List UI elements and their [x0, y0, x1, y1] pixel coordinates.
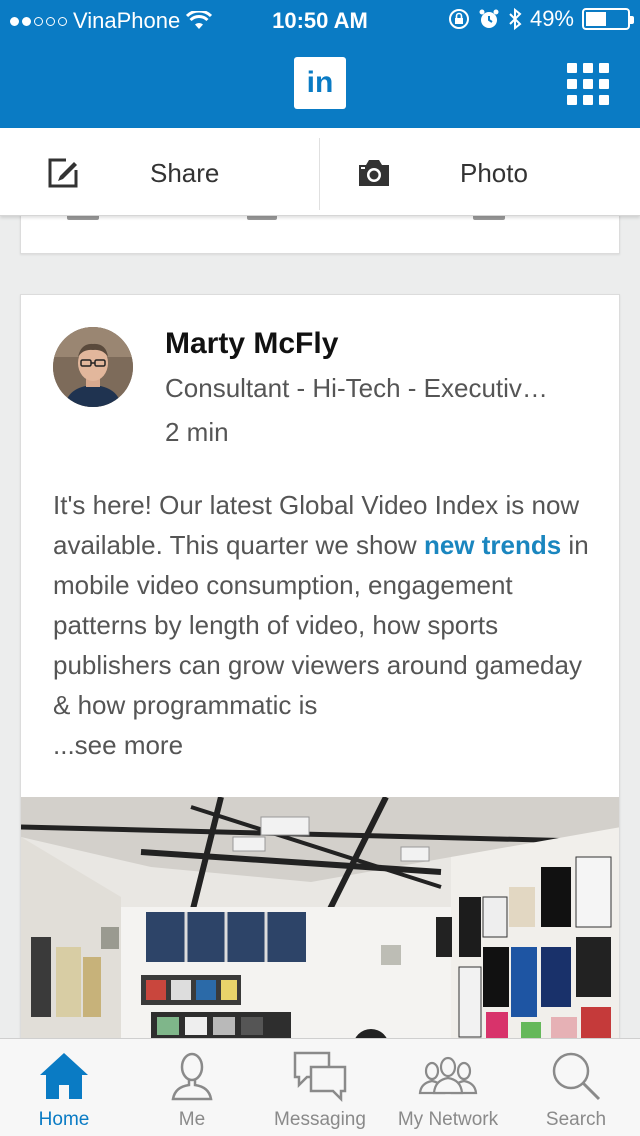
status-bar: VinaPhone 10:50 AM 49%	[0, 0, 640, 40]
bluetooth-icon	[509, 7, 522, 31]
bottom-tab-bar: Home Me Messaging My Network Search	[0, 1038, 640, 1136]
tab-home-label: Home	[38, 1109, 90, 1130]
compose-icon	[48, 158, 78, 188]
author-avatar[interactable]	[53, 327, 133, 407]
photo-label: Photo	[460, 158, 528, 188]
app-header: VinaPhone 10:50 AM 49% in	[0, 0, 640, 128]
tab-messaging-label: Messaging	[274, 1109, 366, 1130]
person-icon	[171, 1052, 213, 1101]
network-icon	[418, 1056, 478, 1095]
tab-search-label: Search	[545, 1109, 607, 1130]
post-card: Marty McFly Consultant - Hi-Tech - Execu…	[20, 294, 620, 1054]
battery-icon	[582, 8, 634, 30]
tab-me[interactable]: Me	[128, 1039, 256, 1136]
linkedin-logo[interactable]: in	[294, 57, 346, 109]
tab-home[interactable]: Home	[0, 1039, 128, 1136]
tab-my-network[interactable]: My Network	[384, 1039, 512, 1136]
home-icon	[40, 1053, 88, 1099]
share-bar: Share Photo	[0, 128, 640, 216]
tab-messaging[interactable]: Messaging	[256, 1039, 384, 1136]
camera-icon	[359, 160, 389, 186]
author-name[interactable]: Marty McFly	[165, 327, 338, 361]
rotation-lock-icon	[448, 9, 469, 29]
search-icon	[552, 1052, 601, 1101]
post-body: It's here! Our latest Global Video Index…	[53, 485, 593, 765]
photo-button[interactable]: Photo	[320, 128, 639, 216]
tab-search[interactable]: Search	[512, 1039, 640, 1136]
tab-me-label: Me	[178, 1109, 206, 1130]
apps-grid-icon[interactable]	[567, 63, 609, 105]
hashtag-link[interactable]: new trends	[424, 530, 561, 560]
see-more-link[interactable]: ...see more	[53, 730, 183, 760]
author-headline: Consultant - Hi-Tech - Executiv…	[165, 373, 548, 403]
post-image[interactable]	[21, 795, 619, 1053]
share-button[interactable]: Share	[0, 128, 319, 216]
share-label: Share	[150, 158, 220, 188]
tab-my-network-label: My Network	[397, 1109, 499, 1130]
post-timestamp: 2 min	[165, 417, 229, 447]
battery-percent: 49%	[529, 6, 574, 31]
alarm-icon	[479, 9, 499, 28]
status-right: 49%	[448, 6, 634, 32]
messaging-icon	[293, 1051, 347, 1103]
